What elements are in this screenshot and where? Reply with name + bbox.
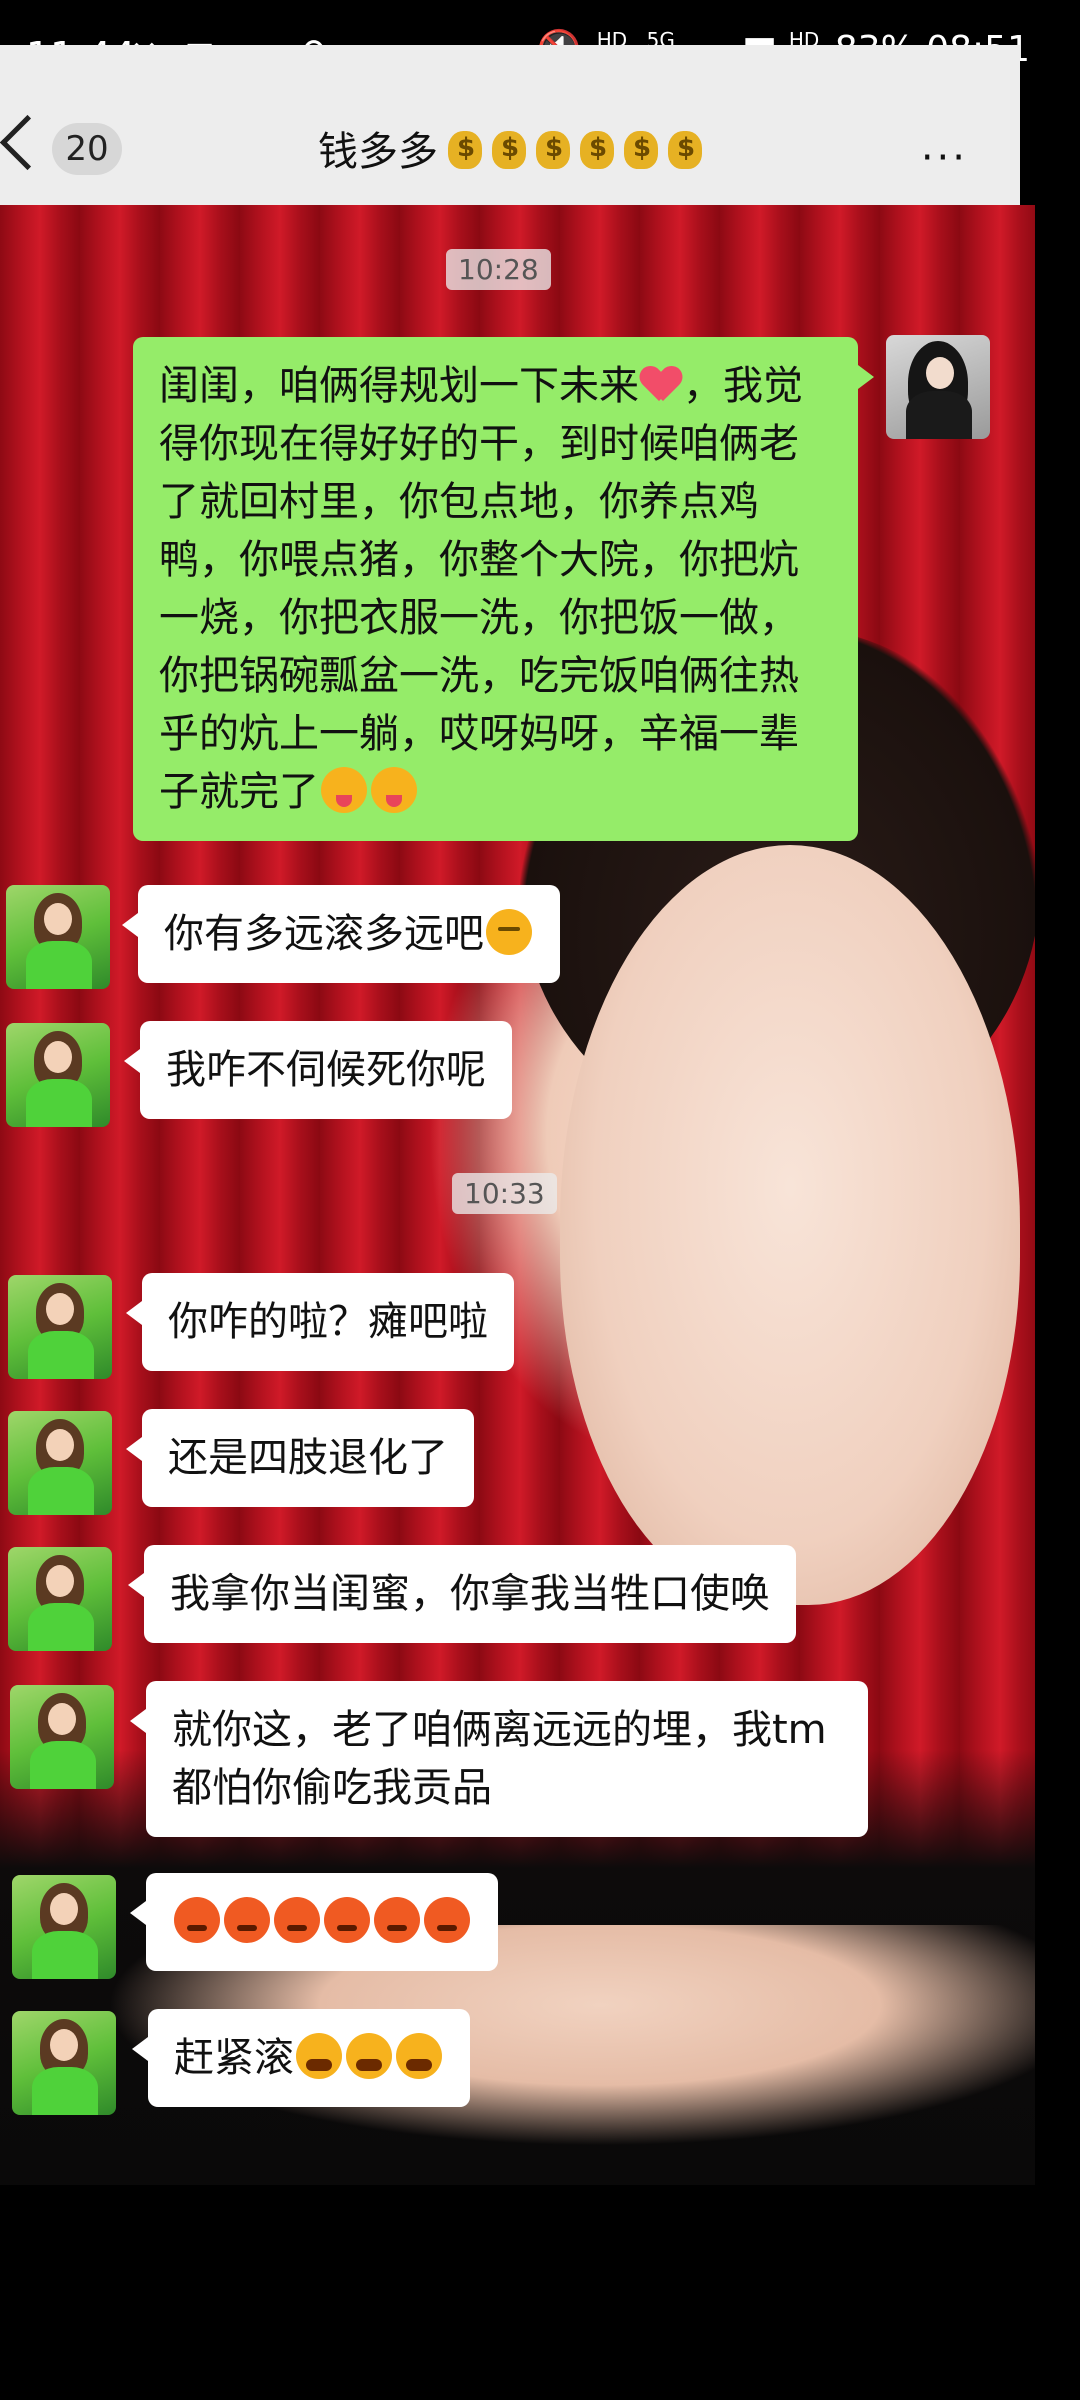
self-avatar[interactable]: [886, 335, 990, 439]
chat-background: 10:28 闺闺，咱俩得规划一下未来 ，我觉得你现在得好好的干，到时候咱俩老了就回…: [0, 205, 1035, 2185]
message-text: 你咋的啦？瘫吧啦: [168, 1299, 488, 1345]
chat-title-text: 钱多多: [318, 129, 438, 175]
message-bubble-incoming[interactable]: [130, 1873, 498, 1971]
chat-screen: 20 钱多多 ··· 10:28 闺闺，咱俩得规划一下未来，我觉得你现在得好好的…: [0, 45, 1035, 2185]
friend-avatar[interactable]: [6, 1023, 110, 1127]
message-text: 我咋不伺候死你呢: [166, 1047, 486, 1093]
angry-emoji-icon: [324, 1897, 370, 1943]
message-bubble-incoming[interactable]: 我咋不伺候死你呢: [124, 1021, 512, 1119]
money-bag-icon: [668, 131, 702, 169]
friend-avatar[interactable]: [8, 1411, 112, 1515]
tongue-emoji-icon: [321, 767, 367, 813]
message-bubble-incoming[interactable]: 赶紧滚: [132, 2009, 470, 2107]
angry-emoji-icon: [274, 1897, 320, 1943]
friend-avatar[interactable]: [8, 1547, 112, 1651]
message-text: 闺闺，咱俩得规划一下未来: [159, 363, 639, 409]
friend-avatar[interactable]: [6, 885, 110, 989]
money-bag-icon: [580, 131, 614, 169]
message-text: 你有多远滚多远吧: [164, 911, 484, 957]
message-bubble-incoming[interactable]: 你有多远滚多远吧: [122, 885, 560, 983]
tired-emoji-icon: [396, 2033, 442, 2079]
money-bag-icon: [492, 131, 526, 169]
angry-emoji-icon: [174, 1897, 220, 1943]
message-bubble-outgoing[interactable]: 闺闺，咱俩得规划一下未来 ，我觉得你现在得好好的干，到时候咱俩老了就回村里，你包点…: [133, 337, 874, 841]
timestamp: 10:28: [446, 249, 551, 290]
message-text: 我拿你当闺蜜，你拿我当牲口使唤: [170, 1571, 770, 1617]
timestamp: 10:33: [452, 1173, 557, 1214]
money-bag-icon: [448, 131, 482, 169]
message-bubble-incoming[interactable]: 就你这，老了咱俩离远远的埋，我tm都怕你偷吃我贡品: [130, 1681, 868, 1837]
friend-avatar[interactable]: [12, 2011, 116, 2115]
smirk-emoji-icon: [486, 909, 532, 955]
friend-avatar[interactable]: [12, 1875, 116, 1979]
message-bubble-incoming[interactable]: 你咋的啦？瘫吧啦: [126, 1273, 514, 1371]
more-options-icon[interactable]: ···: [921, 135, 968, 181]
money-bag-icon: [536, 131, 570, 169]
chat-title: 钱多多: [0, 119, 1020, 177]
message-bubble-incoming[interactable]: 还是四肢退化了: [126, 1409, 474, 1507]
friend-avatar[interactable]: [8, 1275, 112, 1379]
heart-emoji-icon: [641, 367, 681, 403]
angry-emoji-icon: [374, 1897, 420, 1943]
angry-emoji-icon: [224, 1897, 270, 1943]
message-text: ，我觉得你现在得好好的干，到时候咱俩老了就回村里，你包点地，你养点鸡鸭，你喂点猪…: [159, 363, 803, 815]
tired-emoji-icon: [296, 2033, 342, 2079]
message-text: 还是四肢退化了: [168, 1435, 448, 1481]
message-text: 赶紧滚: [174, 2035, 294, 2081]
tired-emoji-icon: [346, 2033, 392, 2079]
angry-emoji-icon: [424, 1897, 470, 1943]
background-photo-face: [560, 845, 1020, 1605]
message-text: 就你这，老了咱俩离远远的埋，我tm都怕你偷吃我贡品: [172, 1707, 827, 1811]
tongue-emoji-icon: [371, 767, 417, 813]
message-bubble-incoming[interactable]: 我拿你当闺蜜，你拿我当牲口使唤: [128, 1545, 796, 1643]
friend-avatar[interactable]: [10, 1685, 114, 1789]
money-bag-icon: [624, 131, 658, 169]
chat-header: 20 钱多多 ···: [0, 45, 1020, 205]
